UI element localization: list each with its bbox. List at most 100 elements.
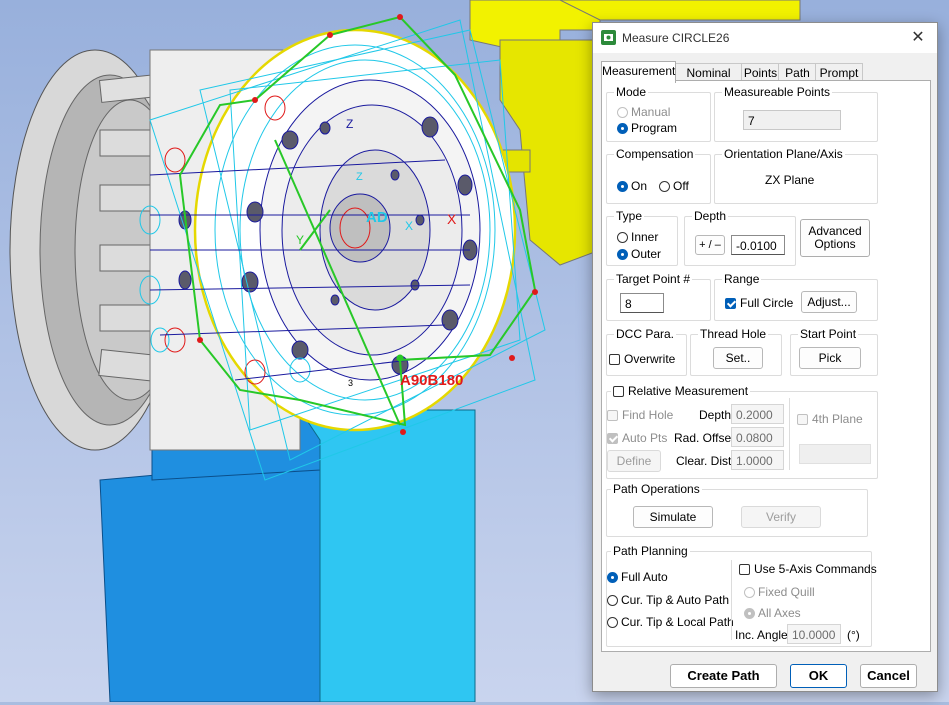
mode-manual-radio[interactable]: Manual — [617, 105, 670, 119]
measurement-panel: Mode Manual Program Measureable Points 7… — [601, 80, 931, 652]
divider — [731, 560, 732, 640]
target-point-group: Target Point # 8 — [606, 272, 711, 321]
dcc-para-label: DCC Para. — [614, 327, 677, 341]
checkbox-icon — [739, 564, 750, 575]
type-label: Type — [614, 209, 645, 223]
label-x-axis: X — [447, 211, 457, 227]
rel-depth-input[interactable]: 0.2000 — [731, 404, 784, 424]
path-planning-label: Path Planning — [611, 544, 690, 558]
rad-offset-label: Rad. Offset — [674, 431, 735, 445]
cur-tip-auto-label: Cur. Tip & Auto Path — [621, 593, 730, 607]
radio-disabled-icon — [744, 587, 755, 598]
thread-hole-label: Thread Hole — [698, 327, 769, 341]
auto-pts-label: Auto Pts — [622, 431, 668, 445]
type-outer-label: Outer — [631, 247, 662, 261]
type-inner-radio[interactable]: Inner — [617, 230, 658, 244]
depth-sign-button[interactable]: + / – — [695, 235, 725, 255]
inc-angle-input[interactable]: 10.0000 — [787, 624, 841, 644]
orientation-value: ZX Plane — [765, 173, 815, 187]
orientation-group: Orientation Plane/Axis ZX Plane — [714, 147, 878, 204]
clear-dist-label: Clear. Dist. — [676, 454, 735, 468]
type-outer-radio[interactable]: Outer — [617, 247, 661, 261]
depth-input[interactable]: -0.0100 — [731, 235, 785, 255]
app-icon — [601, 30, 616, 45]
label-small-z: Z — [356, 171, 363, 183]
set-button[interactable]: Set.. — [713, 347, 763, 369]
thread-hole-group: Thread Hole Set.. — [690, 327, 782, 376]
mode-group: Mode Manual Program — [606, 85, 711, 142]
adjust-button[interactable]: Adjust... — [801, 291, 857, 313]
measure-dialog: Measure CIRCLE26 ✕ Measurement Nominal P… — [592, 22, 938, 692]
advanced-options-button[interactable]: Advanced Options — [800, 219, 870, 257]
checkbox-icon — [613, 386, 624, 397]
compensation-off-radio[interactable]: Off — [659, 179, 689, 193]
radio-icon — [617, 232, 628, 243]
cur-tip-local-radio[interactable]: Cur. Tip & Local Path — [607, 615, 734, 629]
mode-label: Mode — [614, 85, 649, 99]
checkbox-disabled-icon — [607, 410, 618, 421]
find-hole-label: Find Hole — [622, 408, 674, 422]
depth-label: Depth — [692, 209, 729, 223]
compensation-label: Compensation — [614, 147, 696, 161]
compensation-on-radio[interactable]: On — [617, 179, 647, 193]
inc-angle-label: Inc. Angle — [735, 628, 788, 642]
relative-measurement-group: Relative Measurement Find Hole Auto Pts … — [606, 384, 878, 479]
type-group: Type Inner Outer — [606, 209, 678, 266]
simulate-button[interactable]: Simulate — [633, 506, 713, 528]
measurable-points-label: Measureable Points — [722, 85, 833, 99]
fourth-plane-checkbox[interactable]: 4th Plane — [797, 412, 863, 426]
full-auto-radio[interactable]: Full Auto — [607, 570, 668, 584]
full-auto-label: Full Auto — [621, 570, 668, 584]
inc-angle-unit: (°) — [847, 628, 860, 642]
verify-button[interactable]: Verify — [741, 506, 821, 528]
fixed-quill-radio[interactable]: Fixed Quill — [744, 585, 815, 599]
rad-offset-input[interactable]: 0.0800 — [731, 427, 784, 447]
target-point-label: Target Point # — [614, 272, 693, 286]
compensation-on-label: On — [631, 179, 648, 193]
overwrite-checkbox[interactable]: Overwrite — [609, 352, 675, 366]
advanced-options-line2: Options — [814, 237, 856, 251]
divider — [789, 398, 790, 470]
define-button[interactable]: Define — [607, 450, 661, 472]
range-label: Range — [722, 272, 762, 286]
tab-measurement[interactable]: Measurement — [601, 61, 676, 83]
radio-icon — [659, 181, 670, 192]
clear-dist-input[interactable]: 1.0000 — [731, 450, 784, 470]
depth-group: Depth + / – -0.0100 — [684, 209, 796, 266]
radio-icon — [607, 595, 618, 606]
radio-selected-icon — [617, 123, 628, 134]
checkbox-checked-disabled-icon — [607, 433, 618, 444]
overwrite-label: Overwrite — [624, 352, 676, 366]
checkbox-checked-icon — [725, 298, 736, 309]
auto-pts-checkbox[interactable]: Auto Pts — [607, 431, 667, 445]
create-path-button[interactable]: Create Path — [670, 664, 777, 688]
relative-measurement-checkbox[interactable]: Relative Measurement — [611, 384, 751, 398]
path-operations-label: Path Operations — [611, 482, 702, 496]
target-point-input[interactable]: 8 — [620, 293, 664, 313]
ok-button[interactable]: OK — [790, 664, 847, 688]
radio-selected-icon — [617, 181, 628, 192]
all-axes-radio[interactable]: All Axes — [744, 606, 801, 620]
dialog-titlebar[interactable]: Measure CIRCLE26 ✕ — [593, 23, 937, 53]
radio-selected-icon — [617, 249, 628, 260]
advanced-options-line1: Advanced — [808, 224, 862, 238]
all-axes-label: All Axes — [758, 606, 801, 620]
label-angle: A90B180 — [400, 372, 463, 389]
rel-depth-label: Depth — [699, 408, 732, 422]
use-5axis-checkbox[interactable]: Use 5-Axis Commands — [739, 562, 877, 576]
path-operations-group: Path Operations Simulate Verify — [606, 482, 868, 537]
cur-tip-auto-radio[interactable]: Cur. Tip & Auto Path — [607, 593, 729, 607]
pick-button[interactable]: Pick — [799, 347, 861, 369]
close-icon[interactable]: ✕ — [907, 27, 929, 49]
use-5axis-label: Use 5-Axis Commands — [754, 562, 877, 576]
checkbox-disabled-icon — [797, 414, 808, 425]
full-circle-label: Full Circle — [740, 296, 794, 310]
cancel-button[interactable]: Cancel — [860, 664, 917, 688]
label-point-3: 3 — [348, 378, 353, 388]
label-ad: AD — [366, 209, 388, 226]
mode-program-radio[interactable]: Program — [617, 121, 677, 135]
find-hole-checkbox[interactable]: Find Hole — [607, 408, 673, 422]
cur-tip-local-label: Cur. Tip & Local Path — [621, 615, 734, 629]
full-circle-checkbox[interactable]: Full Circle — [725, 296, 793, 310]
measurable-points-group: Measureable Points 7 — [714, 85, 878, 142]
